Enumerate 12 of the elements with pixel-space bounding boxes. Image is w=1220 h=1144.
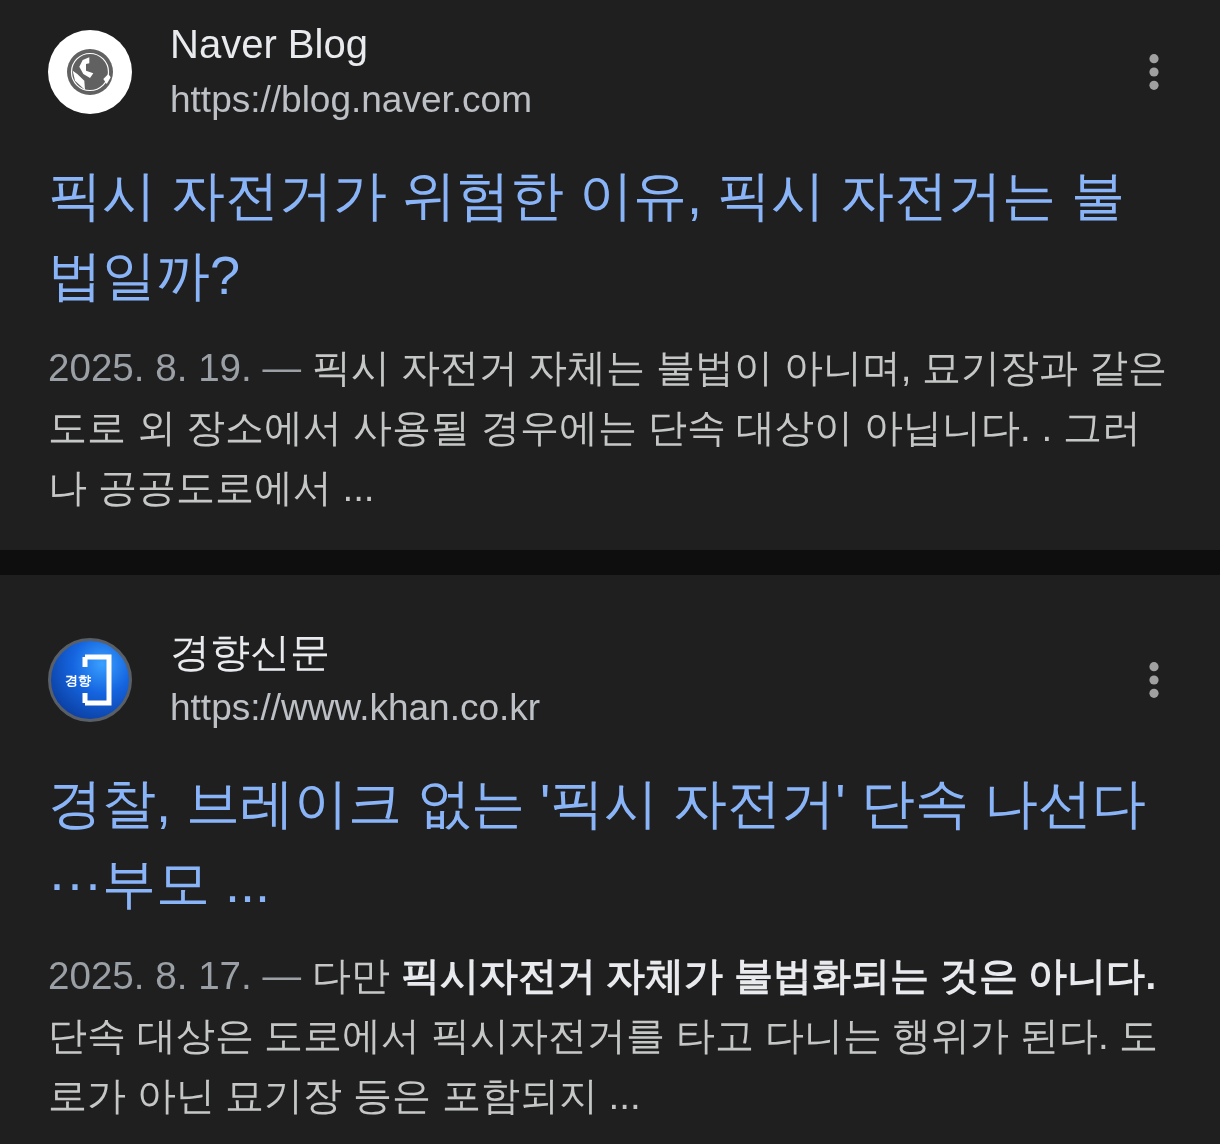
- site-name: Naver Blog: [170, 22, 368, 66]
- more-options-icon[interactable]: [1149, 662, 1159, 698]
- result-title-link[interactable]: 픽시 자전거가 위험한 이유, 픽시 자전거는 불법일까?: [48, 155, 1172, 315]
- more-options-icon[interactable]: [1149, 54, 1159, 90]
- result-snippet: 2025. 8. 17. — 다만 픽시자전거 자체가 불법화되는 것은 아니다. 단속 대상은 도로에서 픽시자전거를 타고 다니는 행위가 된다. 도로가 아닌 묘기장 등은 포함되지 ...: [48, 953, 1160, 1119]
- newspaper-logo: 경향: [48, 638, 132, 722]
- globe-icon: [48, 30, 132, 114]
- result-title-link[interactable]: 경찰, 브레이크 없는 '픽시 자전거' 단속 나선다···부모 ...: [48, 763, 1172, 923]
- site-url: https://www.khan.co.kr: [170, 686, 541, 730]
- site-name: 경향신문: [170, 630, 330, 674]
- site-url: https://blog.naver.com: [170, 78, 532, 122]
- result-snippet: 2025. 8. 19. — 픽시 자전거 자체는 불법이 아니며, 묘기장과 같은 도로 외 장소에서 사용될 경우에는 단속 대상이 아닙니다. . 그러나 공공도로에서 ...: [48, 345, 1168, 511]
